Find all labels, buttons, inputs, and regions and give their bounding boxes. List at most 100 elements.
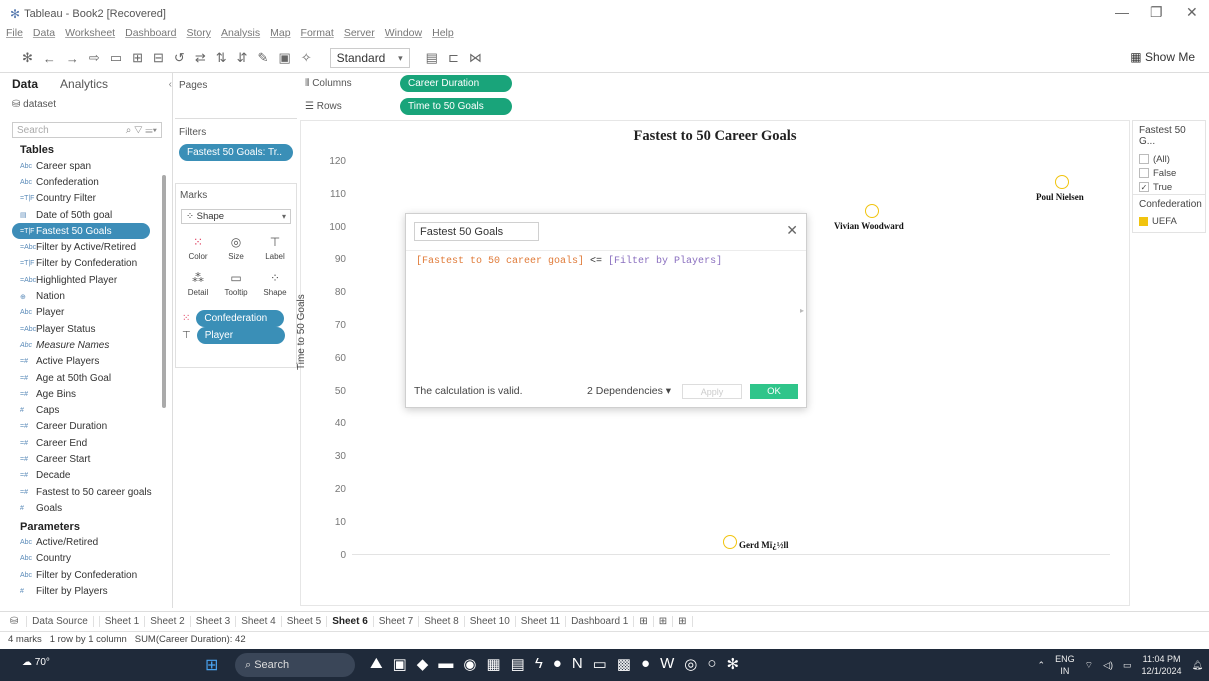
edge-icon[interactable]: ◉ — [463, 655, 476, 673]
save-icon[interactable]: ▭ — [110, 50, 122, 66]
sheet-tab[interactable]: Dashboard 1 — [566, 616, 635, 627]
task-view-icon[interactable]: ▣ — [393, 655, 407, 673]
sort-asc-icon[interactable]: ⇅ — [216, 50, 227, 66]
file-explorer-icon[interactable]: ▬ — [438, 655, 453, 673]
menu-help[interactable]: Help — [432, 27, 454, 43]
filter-option[interactable]: ✓ True — [1139, 180, 1199, 194]
expand-arrow-icon[interactable]: ▸ — [800, 306, 804, 315]
field-item[interactable]: =Abc Filter by Active/Retired — [12, 239, 172, 255]
bolt-app-icon[interactable]: ϟ — [535, 655, 543, 673]
show-me-button[interactable]: ▦ Show Me — [1130, 50, 1195, 64]
field-item[interactable]: =# Age Bins — [12, 386, 172, 402]
marks-pill-confederation[interactable]: Confederation — [196, 310, 285, 327]
sheet-tab[interactable]: Sheet 5 — [282, 616, 328, 627]
size-button[interactable]: ◎ Size — [219, 231, 253, 261]
datasource-item[interactable]: ⛁ dataset — [12, 99, 172, 110]
dependencies-dropdown[interactable]: 2 Dependencies ▾ — [587, 385, 671, 397]
ok-button[interactable]: OK — [750, 384, 798, 399]
new-dashboard-icon[interactable]: ⊞ — [654, 616, 674, 627]
menu-format[interactable]: Format — [301, 27, 334, 43]
sheet-tab[interactable]: Sheet 6 — [327, 616, 374, 627]
tableau-app-icon[interactable]: ✻ — [726, 655, 739, 673]
field-item[interactable]: =T|F Fastest 50 Goals — [12, 223, 150, 240]
presentation-icon[interactable]: ▤ — [426, 50, 438, 66]
notification-icon[interactable]: 🔔︎ — [1192, 660, 1203, 671]
parameter-item[interactable]: Abc Filter by Confederation — [12, 567, 172, 583]
undo-icon[interactable]: ↺ — [174, 50, 185, 66]
parameter-item[interactable]: Abc Country — [12, 551, 172, 567]
new-story-icon[interactable]: ⊞ — [673, 616, 693, 627]
field-item[interactable]: =# Fastest to 50 career goals — [12, 484, 172, 500]
columns-shelf[interactable]: ⦀ Columns Career Duration — [300, 72, 1130, 94]
marks-pill-player[interactable]: Player — [196, 327, 285, 344]
clock[interactable]: 11:04 PM 12/1/2024 — [1142, 653, 1182, 677]
shape-button[interactable]: ⁘ Shape — [258, 267, 292, 297]
filter-pill-fastest-50[interactable]: Fastest 50 Goals: Tr.. — [179, 144, 293, 161]
sort-desc-icon[interactable]: ⇵ — [237, 50, 248, 66]
menu-analysis[interactable]: Analysis — [221, 27, 260, 43]
sheet-tab[interactable]: Sheet 7 — [374, 616, 420, 627]
parameter-item[interactable]: Abc Active/Retired — [12, 535, 172, 551]
filter-option[interactable]: False — [1139, 166, 1199, 180]
rows-shelf[interactable]: ☰ Rows Time to 50 Goals — [300, 95, 1130, 117]
field-item[interactable]: =Abc Player Status — [12, 321, 172, 337]
filter-options-icon[interactable]: ⌕ ▽ ☰▾ — [126, 125, 157, 136]
scatter-point[interactable] — [1055, 174, 1069, 189]
close-icon[interactable]: ✕ — [786, 222, 798, 239]
language-indicator[interactable]: ENG IN — [1055, 653, 1075, 677]
menu-story[interactable]: Story — [186, 27, 211, 43]
field-item[interactable]: =# Career Duration — [12, 419, 172, 435]
field-item[interactable]: Abc Career span — [12, 158, 172, 174]
share-icon[interactable]: ⋈ — [469, 50, 482, 66]
close-window-icon[interactable]: ✕ — [1186, 4, 1198, 21]
field-item[interactable]: # Goals — [12, 500, 172, 516]
label-button[interactable]: ⊤ Label — [258, 231, 292, 261]
chrome-profile-icon[interactable]: ● — [641, 655, 650, 673]
field-item[interactable]: Abc Player — [12, 305, 172, 321]
filter-option[interactable]: (All) — [1139, 152, 1199, 166]
calc-name-input[interactable]: Fastest 50 Goals — [414, 222, 539, 241]
color-button[interactable]: ⁙ Color — [181, 231, 215, 261]
data-source-tab[interactable]: ⛁ Data Source — [0, 616, 100, 627]
taskbar-search[interactable]: ⌕ Search — [235, 653, 355, 677]
rows-pill-time-to-50[interactable]: Time to 50 Goals — [400, 97, 512, 115]
menu-server[interactable]: Server — [344, 27, 375, 43]
sheet-tab[interactable]: Sheet 8 — [419, 616, 465, 627]
sheet-tab[interactable]: Sheet 3 — [191, 616, 237, 627]
tableau-home-icon[interactable]: ✻ — [22, 50, 33, 66]
field-item[interactable]: =T|F Country Filter — [12, 191, 172, 207]
tray-expand-icon[interactable]: ⌃ — [1038, 660, 1046, 671]
sheet-tab[interactable]: Sheet 11 — [516, 616, 567, 627]
field-item[interactable]: =# Age at 50th Goal — [12, 370, 172, 386]
field-item[interactable]: =# Decade — [12, 468, 172, 484]
field-item[interactable]: Abc Confederation — [12, 174, 172, 190]
new-worksheet-icon[interactable]: ⊞ — [634, 616, 654, 627]
parameter-item[interactable]: # Filter by Players — [12, 583, 172, 599]
menu-dashboard[interactable]: Dashboard — [125, 27, 176, 43]
back-icon[interactable]: ← — [43, 51, 56, 66]
connect-icon[interactable]: ⇨ — [89, 50, 100, 66]
field-item[interactable]: # Caps — [12, 402, 172, 418]
wifi-icon[interactable]: ⌔ — [1085, 660, 1093, 671]
store-icon[interactable]: ▦ — [486, 655, 500, 673]
weather-widget[interactable]: ☁ 70° — [22, 657, 50, 668]
apply-button[interactable]: Apply — [682, 384, 742, 399]
highlight-icon[interactable]: ✎ — [258, 50, 269, 66]
sheet-tab[interactable]: Sheet 4 — [236, 616, 282, 627]
todo-icon[interactable]: ▤ — [511, 655, 525, 673]
chrome-icon[interactable]: ● — [553, 655, 562, 673]
checkbox[interactable] — [1139, 154, 1149, 164]
calc-formula-editor[interactable]: [Fastest to 50 career goals] <= [Filter … — [416, 256, 722, 267]
field-item[interactable]: ⊕ Nation — [12, 288, 172, 304]
pin-icon[interactable]: ✧ — [301, 50, 312, 66]
field-item[interactable]: =Abc Highlighted Player — [12, 272, 172, 288]
tooltip-button[interactable]: ▭ Tooltip — [219, 267, 253, 297]
landscape-app-icon[interactable]: ⛰ — [370, 655, 383, 673]
tab-analytics[interactable]: Analytics — [60, 77, 108, 91]
legend-item-uefa[interactable]: UEFA — [1139, 214, 1199, 228]
menu-data[interactable]: Data — [33, 27, 55, 43]
volume-icon[interactable]: ◁) — [1103, 660, 1113, 671]
sheet-tab[interactable]: Sheet 10 — [465, 616, 516, 627]
prime-video-icon[interactable]: ▭ — [593, 655, 607, 673]
menu-worksheet[interactable]: Worksheet — [65, 27, 115, 43]
